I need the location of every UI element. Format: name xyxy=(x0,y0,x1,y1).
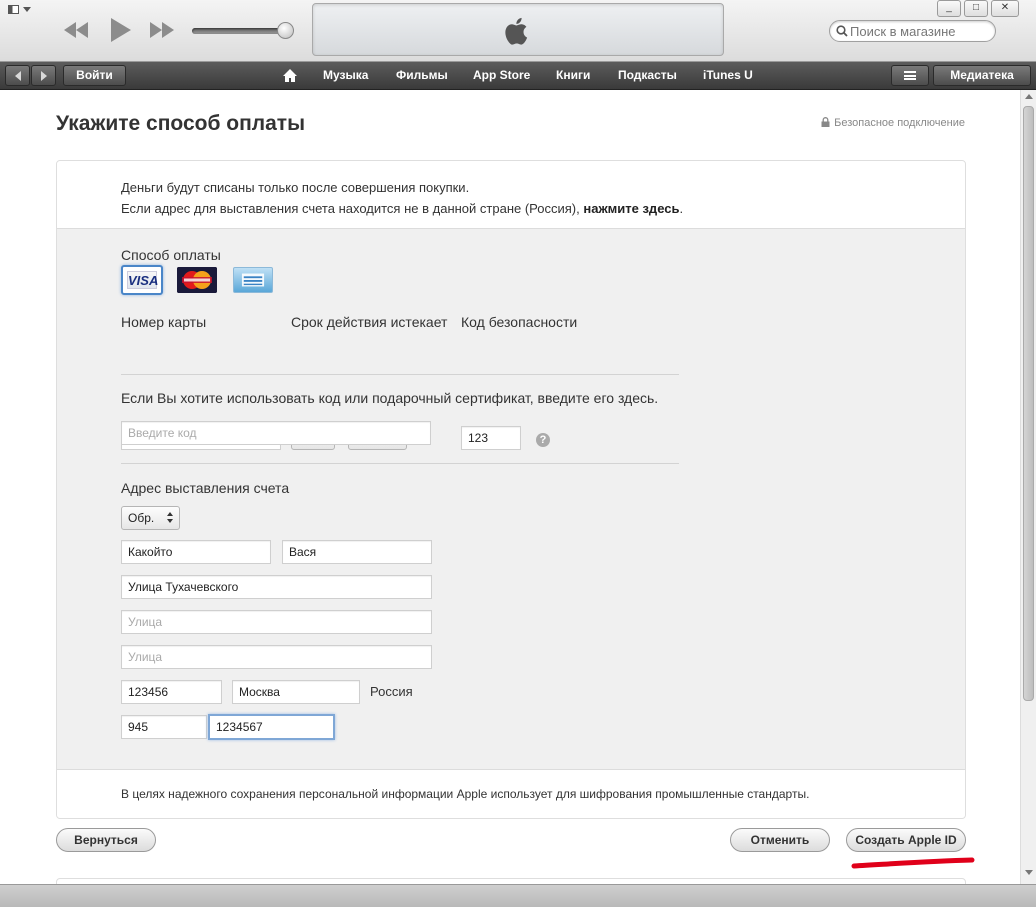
payment-form-panel: Деньги будут списаны только после соверш… xyxy=(56,160,966,819)
security-code-label: Код безопасности xyxy=(461,314,578,330)
notice-text-country: Если адрес для выставления счета находит… xyxy=(121,201,683,216)
card-number-label: Номер карты xyxy=(121,314,207,330)
vertical-scrollbar[interactable] xyxy=(1020,90,1036,884)
search-input[interactable] xyxy=(850,23,990,39)
back-button-bottom[interactable]: Вернуться xyxy=(56,828,156,852)
nav-link-app-store[interactable]: App Store xyxy=(473,68,530,82)
login-button[interactable]: Войти xyxy=(63,65,126,86)
play-icon[interactable] xyxy=(106,16,134,44)
privacy-area: В целях надежного сохранения персонально… xyxy=(57,769,965,818)
scroll-down-icon[interactable] xyxy=(1025,870,1033,875)
notice-tail: . xyxy=(679,201,684,216)
next-track-icon[interactable] xyxy=(146,18,178,42)
cancel-button[interactable]: Отменить xyxy=(730,828,830,852)
scrollbar-thumb[interactable] xyxy=(1023,106,1034,701)
select-arrows-icon xyxy=(167,512,174,524)
store-nav-bar: Войти Музыка Фильмы App Store Книги Подк… xyxy=(0,62,1036,90)
page-title: Укажите способ оплаты xyxy=(56,112,306,135)
help-icon[interactable]: ? xyxy=(536,433,550,447)
expiry-label: Срок действия истекает xyxy=(291,314,448,330)
nav-link-movies[interactable]: Фильмы xyxy=(396,68,448,82)
amex-option[interactable] xyxy=(233,267,273,293)
volume-knob[interactable] xyxy=(277,22,294,39)
menu-icon xyxy=(904,71,916,80)
home-icon[interactable] xyxy=(282,68,298,83)
status-display xyxy=(312,3,724,56)
change-country-link[interactable]: нажмите здесь xyxy=(583,201,679,216)
minimize-button[interactable]: _ xyxy=(937,0,961,17)
scroll-up-icon[interactable] xyxy=(1025,94,1033,99)
notice-text: Деньги будут списаны только после соверш… xyxy=(121,180,470,195)
privacy-note: В целях надежного сохранения персонально… xyxy=(121,787,810,801)
billing-address-label: Адрес выставления счета xyxy=(121,480,290,496)
nav-link-podcasts[interactable]: Подкасты xyxy=(618,68,677,82)
street-line-2-field[interactable] xyxy=(121,610,432,634)
security-code-field[interactable] xyxy=(461,426,521,450)
nav-link-itunes-u[interactable]: iTunes U xyxy=(703,68,753,82)
store-content: Укажите способ оплаты Безопасное подключ… xyxy=(0,90,1020,884)
mastercard-option[interactable] xyxy=(177,267,217,293)
divider xyxy=(121,463,679,464)
store-search[interactable] xyxy=(829,20,996,42)
street-line-3-field[interactable] xyxy=(121,645,432,669)
divider xyxy=(121,374,679,375)
salutation-value: Обр. xyxy=(128,511,155,525)
player-toolbar: _ □ ✕ xyxy=(0,0,1036,62)
maximize-button[interactable]: □ xyxy=(964,0,988,17)
secure-connection: Безопасное подключение xyxy=(821,117,965,129)
country-label: Россия xyxy=(370,684,413,699)
gift-code-label: Если Вы хотите использовать код или пода… xyxy=(121,390,659,406)
app-menu-icon[interactable] xyxy=(6,4,32,16)
arrow-right-icon xyxy=(40,71,47,81)
back-button[interactable] xyxy=(5,65,30,86)
phone-number-field[interactable] xyxy=(208,714,335,740)
notice-country-text: Если адрес для выставления счета находит… xyxy=(121,201,584,216)
visa-logo: VISA xyxy=(127,271,159,289)
nav-link-books[interactable]: Книги xyxy=(556,68,590,82)
apple-logo-icon xyxy=(505,17,528,45)
first-name-field[interactable] xyxy=(282,540,432,564)
postal-code-field[interactable] xyxy=(121,680,222,704)
street-line-1-field[interactable] xyxy=(121,575,432,599)
volume-slider[interactable] xyxy=(192,22,294,39)
secure-connection-label: Безопасное подключение xyxy=(834,117,965,129)
list-view-button[interactable] xyxy=(891,65,929,86)
previous-track-icon[interactable] xyxy=(60,18,92,42)
window-bottom-bar xyxy=(0,884,1036,907)
payment-method-label: Способ оплаты xyxy=(121,247,221,263)
forward-button[interactable] xyxy=(31,65,56,86)
last-name-field[interactable] xyxy=(121,540,271,564)
visa-card-option[interactable]: VISA xyxy=(121,265,163,295)
arrow-left-icon xyxy=(14,71,21,81)
close-button[interactable]: ✕ xyxy=(991,0,1019,17)
notice-area: Деньги будут списаны только после соверш… xyxy=(57,161,965,229)
salutation-select[interactable]: Обр. xyxy=(121,506,180,530)
lock-icon xyxy=(821,117,830,127)
create-apple-id-button[interactable]: Создать Apple ID xyxy=(846,828,966,852)
nav-link-music[interactable]: Музыка xyxy=(323,68,368,82)
gift-code-field[interactable] xyxy=(121,421,431,445)
library-button[interactable]: Медиатека xyxy=(933,65,1031,86)
phone-area-code-field[interactable] xyxy=(121,715,207,739)
red-underline-annotation xyxy=(851,857,975,869)
search-icon xyxy=(836,25,848,37)
city-field[interactable] xyxy=(232,680,360,704)
